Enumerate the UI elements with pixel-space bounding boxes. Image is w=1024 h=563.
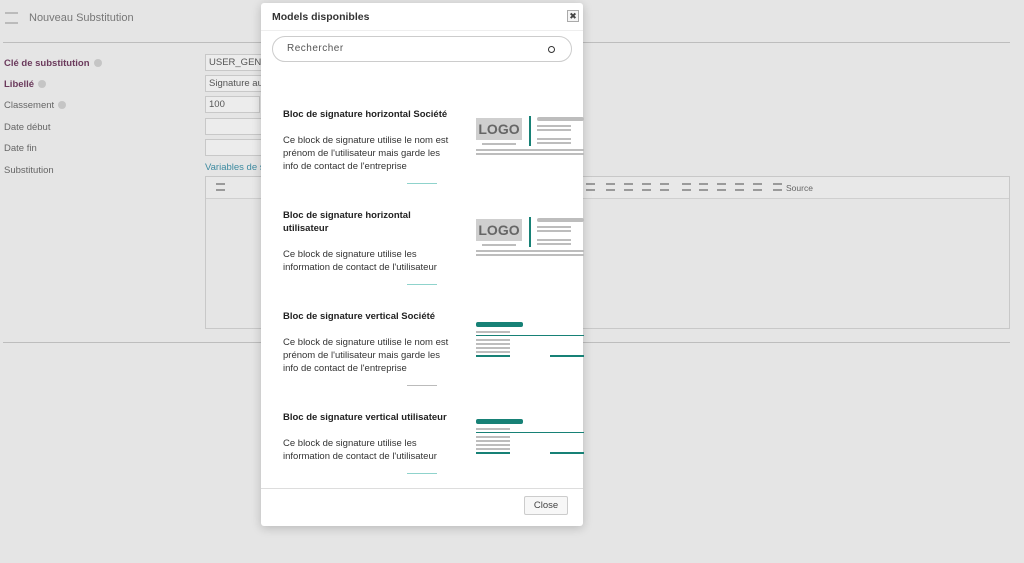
end-date-input[interactable] (205, 139, 265, 156)
separator (407, 385, 437, 386)
substitution-label: Substitution (4, 165, 54, 176)
rank-label: Classement (4, 100, 67, 111)
libelle-input[interactable]: Signature au (205, 75, 265, 92)
logo-placeholder: LOGO (476, 219, 522, 241)
image-icon[interactable] (717, 183, 726, 191)
model-description: Ce block de signature utilise les inform… (283, 249, 437, 273)
source-button[interactable]: Source (786, 183, 813, 193)
model-item[interactable]: Bloc de signature horizontal utilisateur… (283, 209, 584, 285)
maximize-icon[interactable] (216, 183, 225, 191)
justify-icon[interactable] (660, 183, 669, 191)
info-icon[interactable] (38, 80, 47, 88)
separator (407, 284, 437, 285)
model-description: Ce block de signature utilise les inform… (283, 438, 437, 462)
close-button[interactable]: Close (524, 496, 568, 515)
start-date-input[interactable] (205, 118, 265, 135)
search-icon[interactable] (548, 46, 555, 53)
models-modal: Models disponibles ✖ Rechercher Bloc de … (261, 3, 584, 526)
page-title: Nouveau Substitution (29, 12, 134, 24)
indent-icon[interactable] (586, 183, 595, 191)
modal-title: Models disponibles (272, 11, 370, 23)
libelle-label-text: Libellé (4, 79, 35, 90)
horizontal-thumbnail: LOGO (476, 217, 584, 267)
close-icon[interactable]: ✖ (567, 10, 579, 22)
model-description: Ce block de signature utilise le nom est… (283, 337, 449, 374)
model-item[interactable]: Bloc de signature horizontal Société Ce … (283, 108, 584, 184)
logo-placeholder: LOGO (476, 118, 522, 140)
model-title: Bloc de signature vertical Société (283, 311, 436, 322)
rank-label-text: Classement (4, 100, 55, 111)
model-item[interactable]: Bloc de signature vertical Société Ce bl… (283, 310, 584, 386)
table-icon[interactable] (735, 183, 744, 191)
align-left-icon[interactable] (606, 183, 615, 191)
model-description: Ce block de signature utilise le nom est… (283, 135, 449, 172)
separator (407, 183, 437, 184)
unlink-icon[interactable] (699, 183, 708, 191)
horizontal-thumbnail: LOGO (476, 116, 584, 166)
substitution-icon (5, 12, 18, 24)
variables-link[interactable]: Variables de s (205, 162, 265, 173)
horizontal-rule-icon[interactable] (753, 183, 762, 191)
align-center-icon[interactable] (624, 183, 633, 191)
start-date-label: Date début (4, 122, 51, 133)
rank-input[interactable]: 100 (205, 96, 260, 113)
separator (407, 473, 437, 474)
model-title: Bloc de signature vertical utilisateur (283, 412, 447, 423)
align-right-icon[interactable] (642, 183, 651, 191)
info-icon[interactable] (58, 101, 67, 109)
info-icon[interactable] (93, 59, 102, 67)
modal-footer-divider (261, 488, 583, 489)
end-date-label: Date fin (4, 143, 37, 154)
vertical-thumbnail (476, 322, 584, 372)
model-title: Bloc de signature horizontal utilisateur (283, 210, 411, 234)
source-icon[interactable] (773, 183, 782, 191)
model-title: Bloc de signature horizontal Société (283, 109, 448, 120)
search-input[interactable]: Rechercher (272, 36, 572, 62)
vertical-thumbnail (476, 419, 584, 469)
key-input[interactable]: USER_GEN (205, 54, 265, 71)
key-label-text: Clé de substitution (4, 58, 90, 69)
link-icon[interactable] (682, 183, 691, 191)
libelle-label: Libellé (4, 79, 47, 90)
model-item[interactable]: Bloc de signature vertical utilisateur C… (283, 411, 584, 474)
key-label: Clé de substitution (4, 58, 102, 69)
